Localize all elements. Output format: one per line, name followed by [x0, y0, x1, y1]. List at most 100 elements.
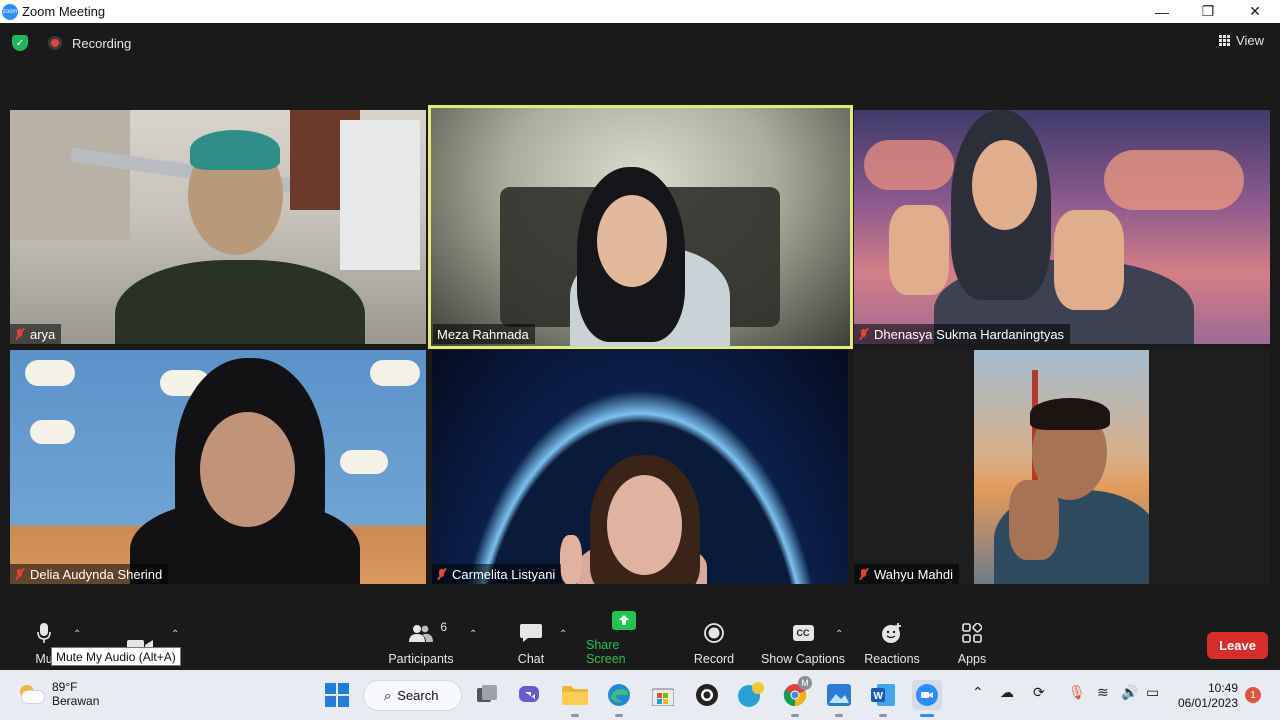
participant-face [200, 412, 295, 527]
windows-taskbar: 89°F Berawan ⌕ Search M W ⌃ ☁ ⟳ 🎙 ≋ 🔊 ▭ … [0, 670, 1280, 720]
video-tile[interactable]: Wahyu Mahdi [854, 350, 1270, 584]
muted-mic-icon [14, 328, 26, 340]
microphone-in-use-icon[interactable]: 🎙 [1068, 684, 1086, 701]
github-icon[interactable] [692, 680, 722, 710]
closed-captions-icon: CC [790, 622, 816, 644]
participant-hair [1030, 398, 1110, 430]
reactions-label: Reactions [864, 652, 920, 666]
video-tile[interactable]: Delia Audynda Sherind [10, 350, 426, 584]
restore-button[interactable]: ❐ [1185, 0, 1231, 23]
participants-options-caret[interactable]: ⌃ [469, 629, 477, 640]
participant-video [974, 350, 1149, 584]
video-background [340, 450, 388, 474]
zoom-app-taskbar-icon[interactable] [912, 680, 942, 710]
audio-options-caret[interactable]: ⌃ [73, 629, 81, 640]
apps-label: Apps [957, 652, 987, 666]
edge-browser-icon[interactable] [604, 680, 634, 710]
participants-button[interactable]: 6 Participants [384, 619, 458, 670]
mute-tooltip: Mute My Audio (Alt+A) [51, 647, 181, 666]
participant-name-tag: arya [10, 324, 62, 344]
apps-button[interactable]: Apps [950, 619, 994, 670]
chrome-profile-badge: M [798, 676, 812, 690]
recording-icon [48, 36, 62, 50]
muted-mic-icon [14, 568, 26, 580]
chat-button[interactable]: Chat [511, 619, 551, 670]
participant-face [597, 195, 667, 287]
running-app-indicator [791, 714, 799, 717]
chrome-browser-icon[interactable]: M [780, 676, 812, 710]
thumbs-up-hand [1054, 210, 1124, 310]
video-tile-active-speaker[interactable]: Meza Rahmada [428, 105, 853, 349]
speaker-volume-icon[interactable]: 🔊 [1121, 684, 1138, 701]
encryption-shield-icon[interactable]: ✓ [12, 35, 28, 51]
close-button[interactable]: ✕ [1232, 0, 1278, 23]
task-view-icon[interactable] [472, 680, 502, 710]
clock-time: 10:49 [1207, 681, 1238, 695]
participants-label: Participants [388, 652, 454, 666]
pointing-hand [1009, 480, 1059, 560]
participant-name-tag: Wahyu Mahdi [854, 564, 959, 584]
show-captions-button[interactable]: CC Show Captions [760, 619, 846, 670]
share-screen-icon [611, 611, 637, 630]
taskbar-search[interactable]: ⌕ Search [363, 680, 462, 711]
photos-app-icon[interactable] [824, 680, 854, 710]
participant-face [607, 475, 682, 575]
teams-chat-icon[interactable] [516, 680, 546, 710]
participant-hair [190, 130, 280, 170]
view-button[interactable]: View [1219, 33, 1264, 48]
taskbar-clock[interactable]: 10:49 06/01/2023 [1176, 681, 1238, 711]
window-title-bar: zoom Zoom Meeting — ❐ ✕ [0, 0, 1280, 23]
battery-icon[interactable]: ▭ [1146, 684, 1159, 701]
zoom-app-icon: zoom [2, 3, 18, 20]
participant-name-tag: Dhenasya Sukma Hardaningtyas [854, 324, 1071, 344]
chat-label: Chat [517, 652, 545, 666]
video-tile[interactable]: Carmelita Listyani [432, 350, 848, 584]
running-app-indicator [879, 714, 887, 717]
show-hidden-icons-chevron[interactable]: ⌃ [972, 684, 984, 701]
reactions-smiley-icon [879, 622, 905, 644]
participant-name: Delia Audynda Sherind [30, 566, 163, 582]
participant-body [115, 260, 365, 344]
participant-name: Meza Rahmada [437, 326, 529, 342]
weather-widget[interactable]: 89°F Berawan [18, 680, 99, 708]
video-background [30, 420, 75, 444]
share-screen-button[interactable]: Share Screen [586, 611, 662, 670]
video-options-caret[interactable]: ⌃ [171, 629, 179, 640]
video-background [340, 120, 420, 270]
video-background [1104, 150, 1244, 210]
leave-button[interactable]: Leave [1207, 632, 1268, 659]
share-screen-label: Share Screen [586, 638, 626, 666]
sync-icon[interactable]: ⟳ [1033, 684, 1045, 701]
file-explorer-icon[interactable] [560, 680, 590, 710]
reactions-button[interactable]: Reactions [860, 619, 924, 670]
chat-options-caret[interactable]: ⌃ [559, 629, 567, 640]
minimize-button[interactable]: — [1139, 0, 1185, 23]
window-title: Zoom Meeting [22, 4, 106, 19]
muted-mic-icon [858, 328, 870, 340]
clock-date: 06/01/2023 [1177, 696, 1238, 710]
notification-badge[interactable]: 1 [1245, 687, 1261, 703]
start-button[interactable] [322, 680, 352, 710]
search-icon: ⌕ [384, 687, 392, 703]
video-background [10, 110, 130, 240]
record-button[interactable]: Record [690, 619, 738, 670]
svg-text:W: W [874, 691, 884, 702]
word-app-icon[interactable]: W [868, 680, 898, 710]
participant-name: Carmelita Listyani [452, 566, 556, 582]
participant-name-tag: Delia Audynda Sherind [10, 564, 169, 584]
video-tile[interactable]: Dhenasya Sukma Hardaningtyas [854, 110, 1270, 344]
video-background [864, 140, 954, 190]
wifi-icon[interactable]: ≋ [1097, 684, 1109, 701]
video-tile[interactable]: arya [10, 110, 426, 344]
windows-logo-icon [325, 683, 349, 707]
meeting-status-bar: ✓ Recording [12, 35, 131, 51]
captions-options-caret[interactable]: ⌃ [835, 629, 843, 640]
chat-bubble-icon [518, 622, 544, 644]
microsoft-store-icon[interactable] [648, 680, 678, 710]
apps-icon [959, 622, 985, 644]
onedrive-cloud-icon[interactable]: ☁ [1000, 684, 1014, 701]
running-app-indicator [835, 714, 843, 717]
weather-app-icon[interactable] [736, 680, 766, 710]
video-background [370, 360, 420, 386]
partly-cloudy-icon [18, 685, 44, 703]
